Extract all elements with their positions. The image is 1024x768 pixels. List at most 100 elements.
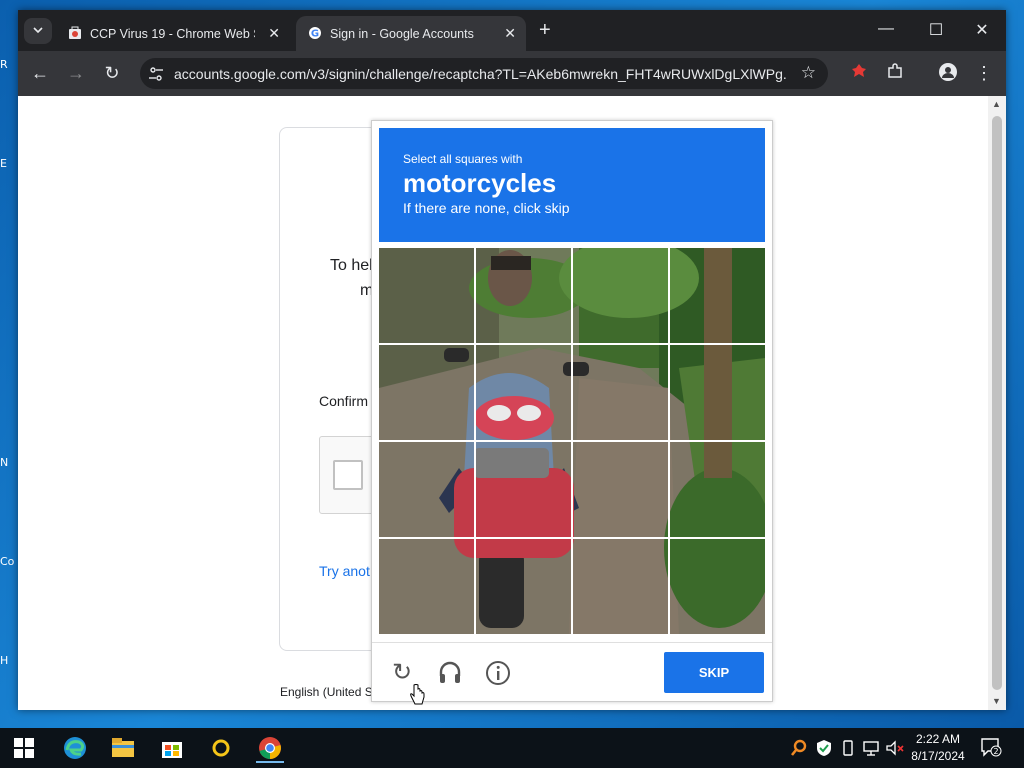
captcha-target: motorcycles — [403, 168, 557, 198]
skip-button[interactable]: SKIP — [664, 652, 764, 693]
notification-count: 2 — [993, 747, 998, 756]
captcha-tile[interactable] — [476, 442, 571, 537]
extensions-puzzle-icon[interactable] — [886, 62, 904, 80]
desktop-icon-label[interactable]: Co — [0, 555, 20, 568]
extension-red-icon[interactable] — [850, 62, 868, 80]
tab-title: CCP Virus 19 - Chrome Web Store — [90, 27, 255, 41]
tab-webstore[interactable]: CCP Virus 19 - Chrome Web Store ✕ — [56, 16, 290, 51]
forward-button[interactable]: → — [65, 62, 87, 84]
desktop-icon-label[interactable]: E — [0, 157, 18, 170]
audio-challenge-icon[interactable] — [436, 659, 464, 687]
clock-time: 2:22 AM — [915, 732, 961, 746]
captcha-tile-image — [476, 539, 571, 634]
profile-avatar-icon[interactable] — [938, 62, 958, 82]
captcha-tile[interactable] — [379, 345, 474, 440]
captcha-tile[interactable] — [573, 539, 668, 634]
desktop-icon-label[interactable]: R — [0, 58, 18, 71]
volume-muted-icon[interactable] — [885, 739, 905, 757]
try-another-way-link[interactable]: Try anot — [319, 563, 370, 579]
captcha-tile-image — [573, 248, 668, 343]
captcha-tile-image — [573, 345, 668, 440]
captcha-instruction: Select all squares with — [403, 152, 523, 166]
captcha-tile[interactable] — [379, 248, 474, 343]
bookmark-star-icon[interactable]: ☆ — [801, 63, 816, 83]
captcha-tile[interactable] — [573, 248, 668, 343]
windows-start-icon[interactable] — [14, 738, 34, 758]
scroll-thumb[interactable] — [992, 116, 1002, 690]
captcha-tile[interactable] — [573, 442, 668, 537]
captcha-footer: ↻ SKIP — [372, 642, 772, 702]
file-explorer-icon[interactable] — [109, 735, 137, 761]
captcha-tile-image — [573, 442, 668, 537]
captcha-tile[interactable] — [573, 345, 668, 440]
captcha-hint: If there are none, click skip — [403, 200, 570, 216]
system-clock[interactable]: 2:22 AM 8/17/2024 — [903, 731, 973, 765]
captcha-header: Select all squares with motorcycles If t… — [379, 128, 765, 242]
close-window-button[interactable]: ✕ — [972, 20, 992, 40]
svg-text:G: G — [311, 29, 319, 40]
taskbar: 2:22 AM 8/17/2024 2 — [0, 728, 1024, 768]
tab-title: Sign in - Google Accounts — [330, 27, 474, 41]
reload-challenge-button[interactable]: ↻ — [388, 659, 416, 687]
captcha-tile-image — [379, 442, 474, 537]
language-selector[interactable]: English (United S — [280, 685, 373, 699]
desktop-icon-label[interactable]: N — [0, 456, 18, 469]
google-icon: G — [309, 27, 321, 40]
captcha-tile[interactable] — [670, 345, 765, 440]
chevron-down-icon — [33, 27, 43, 34]
reload-button[interactable]: ↻ — [101, 62, 123, 84]
captcha-tile[interactable] — [476, 248, 571, 343]
captcha-tile[interactable] — [476, 539, 571, 634]
captcha-tile-image — [379, 539, 474, 634]
captcha-image-grid — [379, 248, 765, 634]
desktop-icon-label[interactable]: H — [0, 654, 18, 667]
tab-bar: CCP Virus 19 - Chrome Web Store ✕ G Sign… — [18, 10, 1006, 51]
captcha-tile-image — [379, 248, 474, 343]
security-shield-icon[interactable] — [815, 739, 833, 757]
scroll-up-arrow-icon[interactable]: ▲ — [992, 99, 1001, 109]
notification-bubble-icon: 2 — [981, 738, 1002, 757]
notification-center-icon[interactable]: 2 — [980, 737, 1002, 762]
tab-google-signin[interactable]: G Sign in - Google Accounts ✕ — [296, 16, 526, 51]
captcha-tile[interactable] — [670, 442, 765, 537]
captcha-tile-image — [476, 442, 571, 537]
captcha-tile-image — [670, 442, 765, 537]
vertical-scrollbar[interactable]: ▲ ▼ — [988, 96, 1006, 710]
search-magnifier-tray-icon[interactable] — [790, 739, 808, 757]
tab-search-button[interactable] — [24, 18, 52, 44]
norton-icon[interactable] — [207, 735, 235, 761]
captcha-tile[interactable] — [476, 345, 571, 440]
address-bar[interactable]: accounts.google.com/v3/signin/challenge/… — [140, 58, 828, 89]
tab-close-icon[interactable]: ✕ — [504, 25, 516, 42]
site-info-icon[interactable] — [148, 66, 164, 82]
new-tab-button[interactable]: + — [539, 19, 551, 42]
captcha-tile[interactable] — [670, 248, 765, 343]
captcha-tile-image — [573, 539, 668, 634]
captcha-tile-image — [476, 345, 571, 440]
chrome-menu-button[interactable]: ⋮ — [973, 62, 995, 84]
minimize-button[interactable]: — — [876, 20, 896, 38]
network-icon[interactable] — [862, 739, 880, 757]
chrome-icon[interactable] — [256, 735, 284, 763]
clock-date: 8/17/2024 — [911, 749, 965, 763]
scroll-down-arrow-icon[interactable]: ▼ — [992, 696, 1001, 706]
recaptcha-checkbox[interactable] — [333, 460, 363, 490]
captcha-tile-image — [670, 248, 765, 343]
back-button[interactable]: ← — [29, 62, 51, 84]
usb-device-icon[interactable] — [840, 739, 856, 757]
info-icon[interactable] — [484, 659, 512, 687]
maximize-button[interactable]: ☐ — [926, 20, 946, 40]
recaptcha-challenge: Select all squares with motorcycles If t… — [371, 120, 773, 702]
tab-close-icon[interactable]: ✕ — [268, 25, 280, 42]
signin-description: To hel — [330, 257, 373, 274]
edge-icon[interactable] — [61, 735, 89, 761]
captcha-tile-image — [670, 345, 765, 440]
captcha-tile-image — [379, 345, 474, 440]
captcha-tile[interactable] — [379, 539, 474, 634]
captcha-tile[interactable] — [379, 442, 474, 537]
store-icon[interactable] — [158, 735, 186, 761]
toolbar: ← → ↻ accounts.google.com/v3/signin/chal… — [18, 51, 1006, 96]
url-text[interactable]: accounts.google.com/v3/signin/challenge/… — [174, 66, 786, 82]
captcha-tile[interactable] — [670, 539, 765, 634]
chrome-window: CCP Virus 19 - Chrome Web Store ✕ G Sign… — [18, 10, 1006, 710]
